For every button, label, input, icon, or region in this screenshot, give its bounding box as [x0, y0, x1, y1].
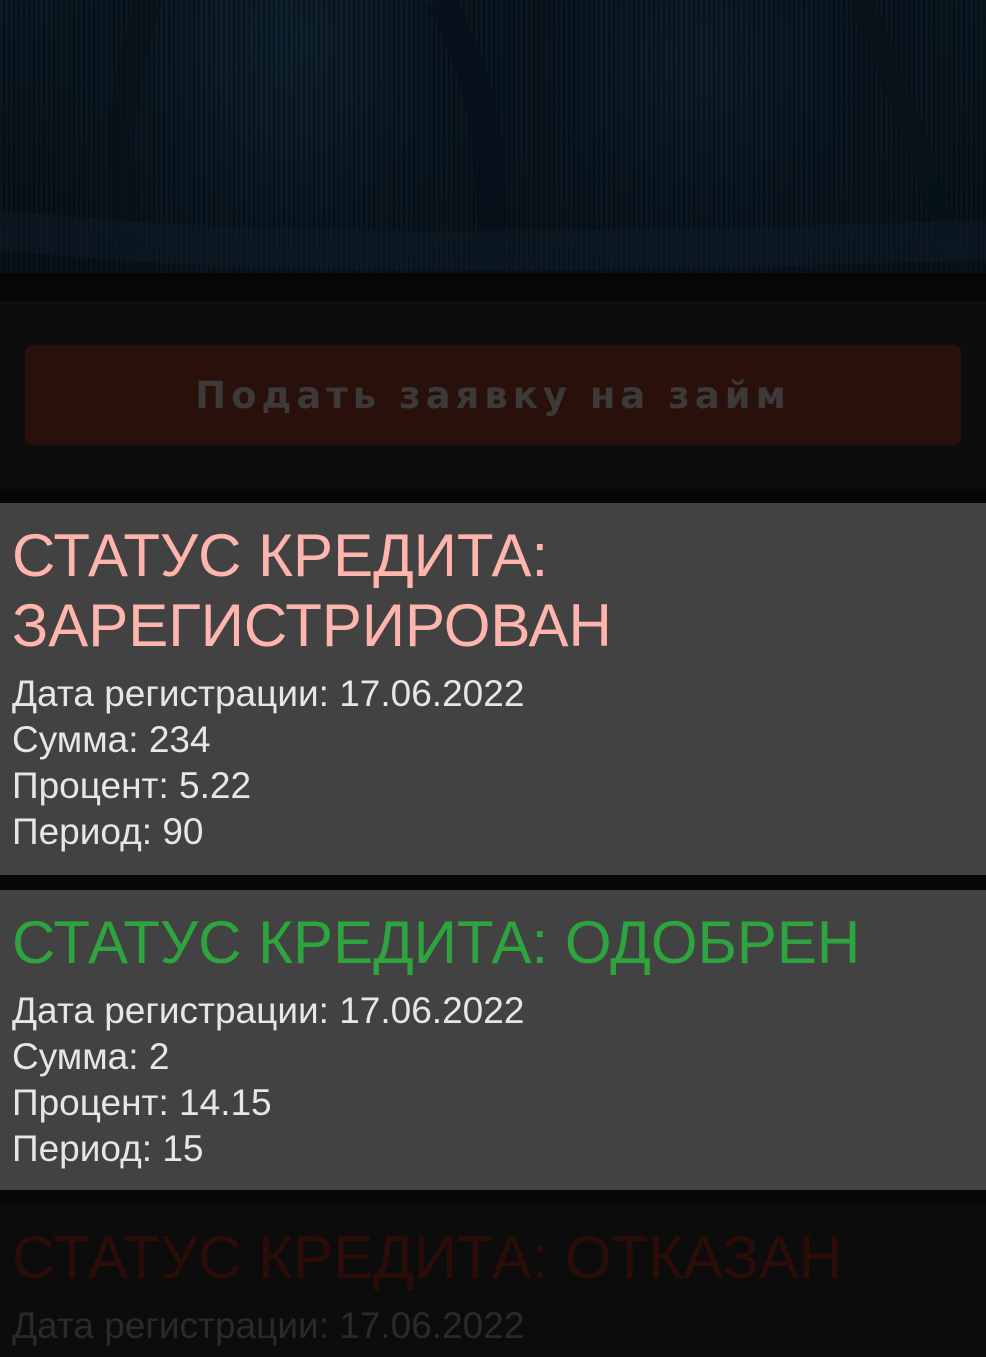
loan-status-title: СТАТУС КРЕДИТА: ЗАРЕГИСТРИРОВАН — [12, 522, 612, 659]
loan-registration-date: Дата регистрации: 17.06.2022 — [12, 673, 525, 714]
header-divider — [0, 273, 986, 301]
loan-status-title: СТАТУС КРЕДИТА: ОТКАЗАН — [12, 1224, 843, 1291]
loan-period: Период: 90 — [12, 811, 204, 852]
loan-card-approved[interactable]: СТАТУС КРЕДИТА: ОДОБРЕН Дата регистрации… — [0, 890, 986, 1190]
loan-status-title: СТАТУС КРЕДИТА: ОДОБРЕН — [12, 909, 861, 976]
loan-percent: Процент: 5.22 — [12, 765, 252, 806]
action-panel: Подать заявку на займ — [0, 301, 986, 489]
header-image — [0, 0, 986, 273]
header-texture — [0, 0, 986, 273]
apply-loan-button[interactable]: Подать заявку на займ — [25, 345, 961, 445]
loan-amount: Сумма: 2 — [12, 1036, 170, 1077]
loan-amount: Сумма: 234 — [12, 719, 211, 760]
loan-registration-date: Дата регистрации: 17.06.2022 — [12, 990, 525, 1031]
loan-card-registered[interactable]: СТАТУС КРЕДИТА: ЗАРЕГИСТРИРОВАН Дата рег… — [0, 503, 986, 875]
loan-card-rejected[interactable]: СТАТУС КРЕДИТА: ОТКАЗАН Дата регистрации… — [0, 1205, 986, 1357]
loan-registration-date: Дата регистрации: 17.06.2022 — [12, 1305, 525, 1346]
loan-percent: Процент: 14.15 — [12, 1082, 272, 1123]
loans-screen: Подать заявку на займ СТАТУС КРЕДИТА: ЗА… — [0, 0, 986, 1357]
loan-period: Период: 15 — [12, 1128, 204, 1169]
